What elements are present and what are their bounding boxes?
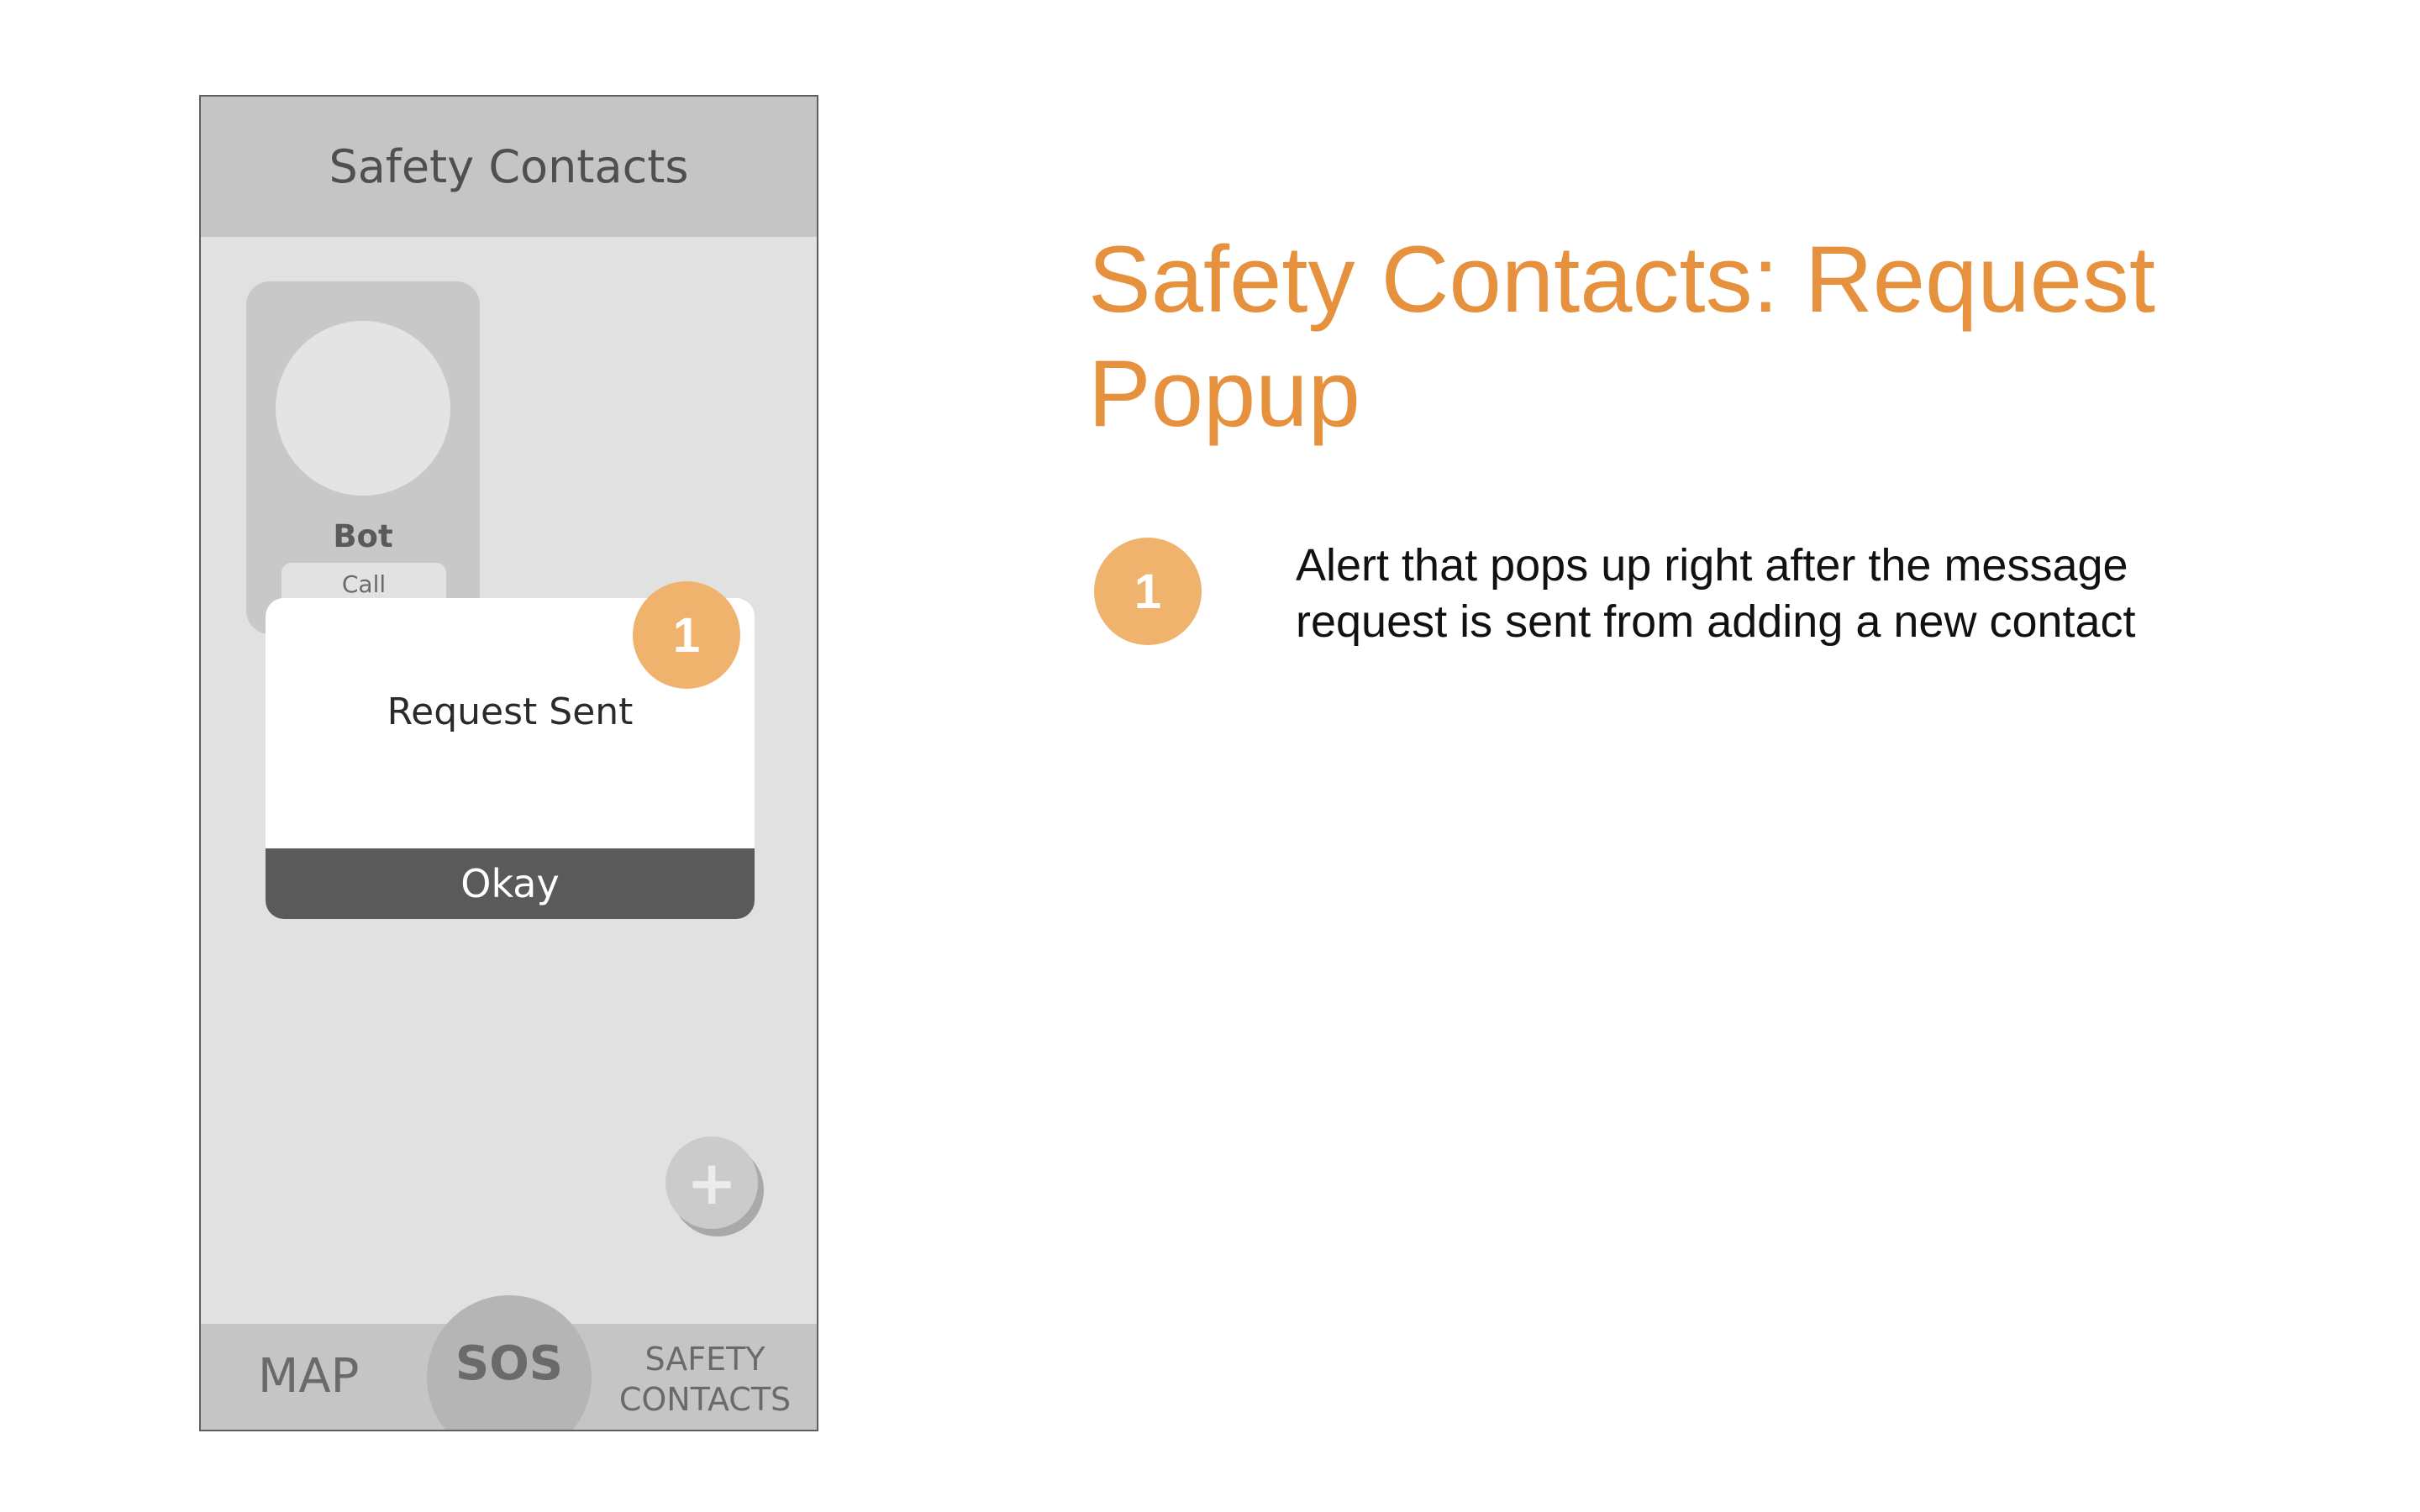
add-contact-button[interactable]: + (666, 1137, 758, 1229)
annotation-badge: 1 (633, 581, 740, 689)
tab-bar: MAP SOS SAFETY CONTACTS (201, 1295, 817, 1430)
annotation-note-text: Alert that pops up right after the messa… (1296, 540, 2136, 647)
popup-message: Request Sent (387, 690, 634, 733)
okay-button[interactable]: Okay (266, 848, 755, 919)
plus-icon: + (686, 1147, 738, 1218)
annotation-note-badge: 1 (1094, 538, 1202, 645)
page-title: Safety Contacts (329, 140, 689, 193)
tab-safety-contacts[interactable]: SAFETY CONTACTS (604, 1339, 806, 1420)
phone-mockup: Safety Contacts Bot Call Request Sent Ok… (199, 95, 818, 1431)
tab-map[interactable]: MAP (258, 1349, 359, 1404)
avatar (276, 321, 450, 496)
request-sent-popup: Request Sent Okay 1 (266, 581, 755, 919)
app-header: Safety Contacts (201, 97, 817, 237)
sos-button[interactable]: SOS (427, 1295, 592, 1430)
contact-name: Bot (333, 518, 393, 554)
contact-card[interactable]: Bot Call (246, 281, 480, 634)
annotation-heading: Safety Contacts: Request Popup (1088, 227, 2156, 446)
sos-label: SOS (455, 1336, 564, 1391)
